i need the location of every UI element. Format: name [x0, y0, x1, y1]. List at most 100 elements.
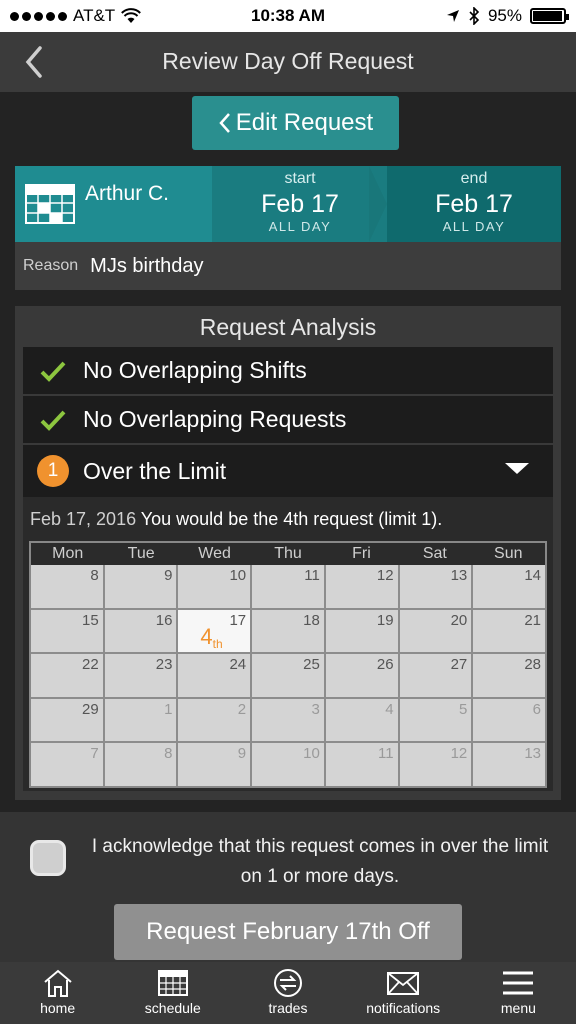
day-number: 9 — [164, 567, 173, 584]
calendar-day: 9 — [104, 565, 177, 608]
bluetooth-icon — [469, 7, 480, 25]
start-label: start — [284, 170, 316, 187]
day-number: 10 — [303, 745, 320, 762]
calendar-day: 4 — [325, 698, 398, 741]
calendar-day: 8 — [104, 743, 177, 786]
tab-home[interactable]: home — [0, 962, 115, 1024]
calendar-icon — [157, 970, 188, 996]
page-title: Review Day Off Request — [162, 48, 414, 74]
day-number: 22 — [82, 656, 99, 673]
day-number: 20 — [450, 611, 468, 629]
day-number: 7 — [90, 745, 99, 762]
marker-suffix: th — [212, 636, 223, 651]
request-analysis-panel: Request Analysis No Overlapping Shifts N… — [15, 306, 561, 800]
warning-badge: 1 — [37, 455, 69, 487]
limit-message: Feb 17, 2016 You would be the 4th reques… — [30, 509, 442, 530]
analysis-row-over-limit[interactable]: 1 Over the Limit — [23, 445, 553, 497]
tab-notifications[interactable]: notifications — [346, 962, 461, 1024]
day-number: 3 — [311, 700, 320, 718]
calendar-day: 10 — [252, 743, 324, 786]
analysis-row-label: No Overlapping Requests — [83, 406, 347, 432]
analysis-row-label: Over the Limit — [83, 457, 227, 484]
check-icon — [40, 361, 66, 382]
acknowledge-checkbox[interactable] — [30, 840, 66, 876]
day-number: 23 — [155, 656, 173, 673]
edit-request-label: Edit Request — [235, 109, 374, 136]
day-number: 15 — [82, 611, 99, 629]
tab-schedule[interactable]: schedule — [115, 962, 230, 1024]
envelope-icon — [387, 972, 420, 995]
expand-caret-icon[interactable] — [505, 463, 529, 474]
calendar-day: 16 — [104, 609, 177, 652]
main-content: Edit Request Arthur C. start Feb 17 ALL … — [0, 92, 576, 812]
day-number: 1 — [164, 700, 173, 718]
calendar-day: 23 — [104, 654, 177, 697]
reason-label: Reason — [23, 257, 79, 274]
calendar-day: 20 — [399, 609, 472, 652]
day-number: 12 — [450, 745, 468, 762]
end-label: end — [460, 170, 488, 187]
tab-label: schedule — [144, 1000, 201, 1016]
calendar-day: 19 — [325, 609, 398, 652]
day-number: 25 — [303, 656, 320, 673]
request-count-marker: 4th — [200, 623, 223, 651]
calendar-day: 13 — [399, 565, 472, 608]
end-date: Feb 17 — [435, 190, 513, 218]
calendar-day: 26 — [325, 654, 398, 697]
limit-details: Feb 17, 2016 You would be the 4th reques… — [23, 497, 553, 791]
day-number: 26 — [376, 656, 394, 673]
day-number: 16 — [155, 611, 173, 629]
location-arrow-icon — [446, 10, 459, 22]
day-number: 13 — [450, 567, 468, 584]
calendar-day: 5 — [399, 698, 472, 741]
day-number: 13 — [524, 745, 541, 762]
calendar-day: 22 — [31, 654, 103, 697]
calendar-day: 12 — [325, 565, 398, 608]
calendar-day: 2 — [178, 698, 251, 741]
day-number: 8 — [164, 745, 173, 762]
marker-number: 4 — [200, 623, 213, 649]
tab-bar: home schedule trades notifications menu — [0, 962, 576, 1024]
request-off-button[interactable]: Request February 17th Off — [114, 904, 462, 960]
acknowledge-section: I acknowledge that this request comes in… — [0, 812, 576, 962]
tab-label: notifications — [366, 1000, 441, 1016]
day-number: 29 — [82, 700, 99, 718]
hamburger-icon — [503, 971, 534, 995]
limit-text: You would be the 4th request (limit 1). — [140, 509, 443, 529]
weekday-header: Thu — [274, 545, 302, 562]
day-number: 11 — [377, 745, 394, 762]
analysis-row-shifts: No Overlapping Shifts — [23, 347, 553, 394]
analysis-row-requests: No Overlapping Requests — [23, 396, 553, 443]
calendar-day: 10 — [178, 565, 251, 608]
day-number: 10 — [229, 567, 247, 584]
edit-request-button[interactable]: Edit Request — [192, 96, 399, 150]
weekday-header: Fri — [352, 545, 371, 562]
analysis-heading: Request Analysis — [199, 314, 377, 340]
day-number: 2 — [237, 700, 247, 718]
status-bar: AT&T 10:38 AM 95% — [0, 0, 576, 32]
calendar-day: 8 — [31, 565, 103, 608]
end-block: end Feb 17 ALL DAY — [399, 166, 549, 242]
calendar-day: 29 — [31, 698, 103, 741]
employee-name: Arthur C. — [85, 182, 170, 205]
calendar-day: 17 4th — [178, 609, 251, 652]
weekday-header: Tue — [127, 545, 155, 562]
day-number: 24 — [229, 656, 247, 673]
calendar-day: 28 — [473, 654, 545, 697]
day-number: 6 — [532, 700, 541, 718]
day-number: 5 — [458, 700, 468, 718]
calendar-day: 13 — [473, 743, 545, 786]
tab-trades[interactable]: trades — [230, 962, 345, 1024]
limit-date: Feb 17, 2016 — [30, 509, 137, 529]
calendar-day: 18 — [252, 609, 324, 652]
tab-menu[interactable]: menu — [461, 962, 576, 1024]
day-number: 17 — [229, 611, 247, 629]
day-number: 21 — [524, 611, 541, 629]
weekday-header: Sun — [494, 545, 523, 562]
day-number: 27 — [450, 656, 468, 673]
day-number: 9 — [237, 745, 247, 762]
reason-row: Reason MJs birthday — [15, 242, 561, 290]
calendar-day: 24 — [178, 654, 251, 697]
calendar-day: 3 — [252, 698, 324, 741]
calendar-day: 15 — [31, 609, 103, 652]
